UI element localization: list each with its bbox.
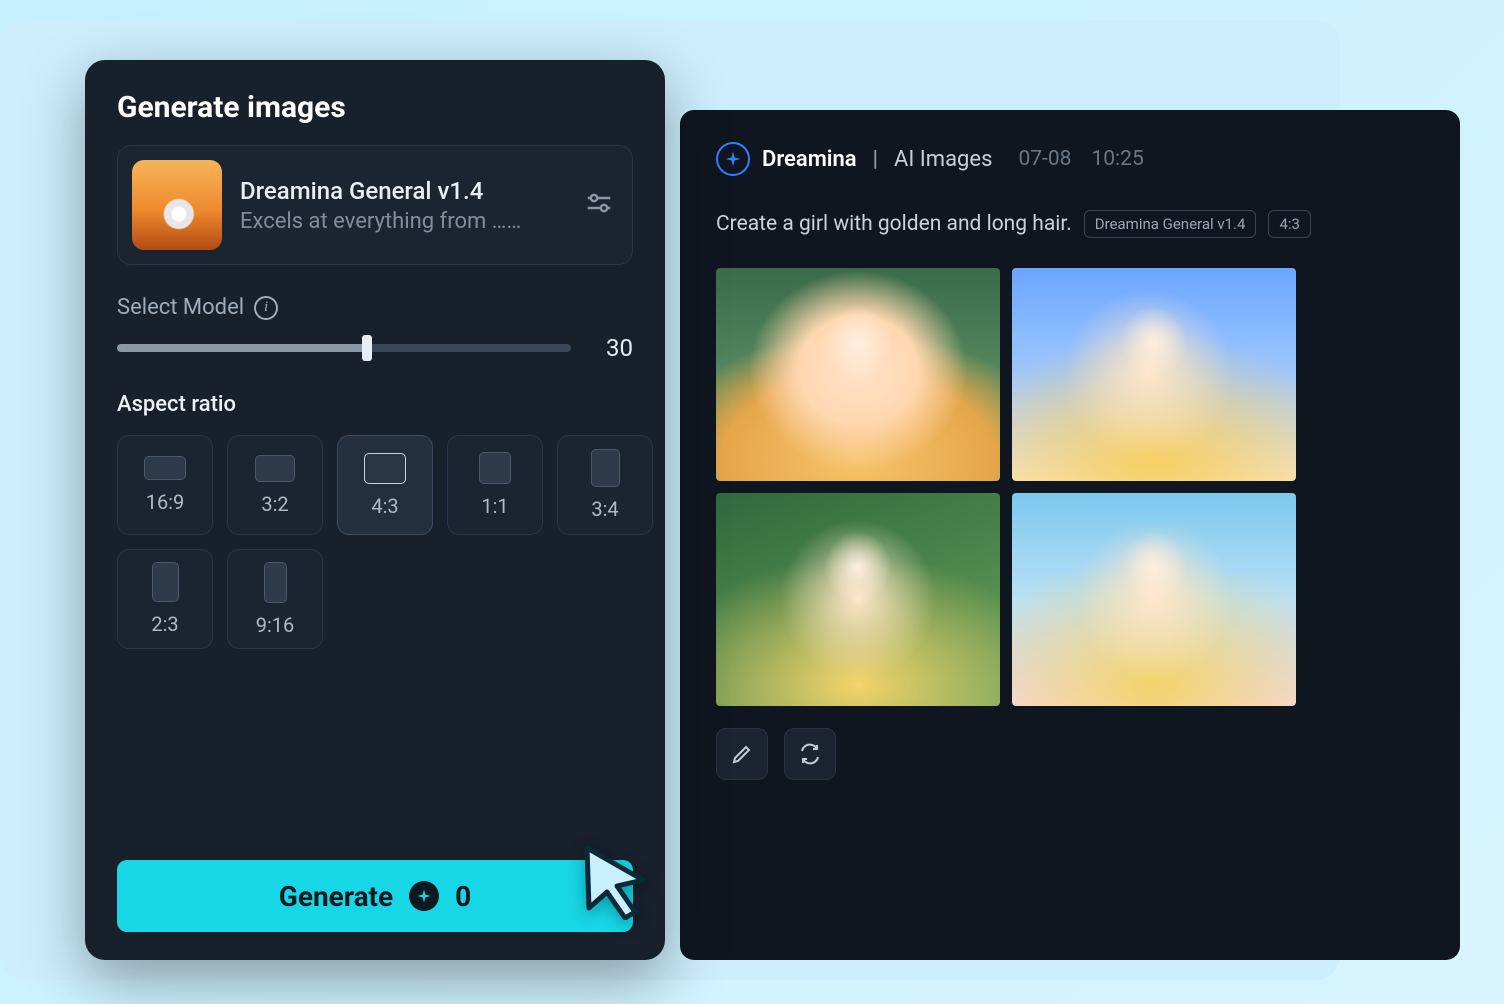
refresh-icon	[798, 742, 822, 766]
results-panel: Dreamina | AI Images 07-08 10:25 Create …	[680, 110, 1460, 960]
slider-label-row: Select Model i	[117, 295, 633, 320]
result-time: 10:25	[1091, 147, 1143, 171]
ratio-shape-icon	[479, 452, 511, 484]
result-grid	[716, 268, 1296, 706]
cursor-icon	[575, 840, 655, 920]
ratio-1-1[interactable]: 1:1	[447, 435, 543, 535]
sparkle-icon	[409, 881, 439, 911]
stage: Dreamina | AI Images 07-08 10:25 Create …	[0, 20, 1340, 980]
ratio-label: 2:3	[151, 612, 178, 636]
ratio-shape-icon	[255, 455, 295, 482]
separator: |	[873, 147, 878, 172]
ratio-4-3[interactable]: 4:3	[337, 435, 433, 535]
ratio-9-16[interactable]: 9:16	[227, 549, 323, 649]
result-image[interactable]	[1012, 268, 1296, 481]
slider-handle[interactable]	[362, 335, 372, 361]
result-image[interactable]	[716, 493, 1000, 706]
edit-button[interactable]	[716, 728, 768, 780]
ratio-chip: 4:3	[1268, 210, 1311, 238]
slider-row: 30	[117, 334, 633, 362]
info-icon[interactable]: i	[254, 296, 278, 320]
generate-label: Generate	[279, 880, 393, 913]
ratio-shape-icon	[152, 562, 179, 602]
ratio-label: 1:1	[481, 494, 508, 518]
sliders-icon[interactable]	[584, 188, 614, 222]
generate-sidebar: Generate images Dreamina General v1.4 Ex…	[85, 60, 665, 960]
sidebar-title: Generate images	[117, 90, 633, 125]
slider-value: 30	[593, 334, 633, 362]
regenerate-button[interactable]	[784, 728, 836, 780]
ratio-label: 9:16	[256, 613, 295, 637]
ratio-3-4[interactable]: 3:4	[557, 435, 653, 535]
section-name: AI Images	[894, 147, 992, 172]
ratio-shape-icon	[364, 453, 406, 484]
sparkle-icon	[716, 142, 750, 176]
prompt-row: Create a girl with golden and long hair.…	[716, 210, 1424, 238]
ratio-shape-icon	[591, 449, 620, 487]
model-thumbnail	[132, 160, 222, 250]
ratio-label: 16:9	[146, 490, 185, 514]
model-card[interactable]: Dreamina General v1.4 Excels at everythi…	[117, 145, 633, 265]
ratio-16-9[interactable]: 16:9	[117, 435, 213, 535]
ratio-3-2[interactable]: 3:2	[227, 435, 323, 535]
model-slider[interactable]	[117, 344, 571, 352]
model-chip: Dreamina General v1.4	[1084, 210, 1257, 238]
pencil-icon	[730, 742, 754, 766]
result-image[interactable]	[716, 268, 1000, 481]
ratio-2-3[interactable]: 2:3	[117, 549, 213, 649]
results-header: Dreamina | AI Images 07-08 10:25	[716, 142, 1424, 176]
ratio-label: 3:4	[591, 497, 618, 521]
ratio-shape-icon	[144, 456, 186, 480]
generate-credits: 0	[455, 880, 471, 913]
generate-button[interactable]: Generate 0	[117, 860, 633, 932]
model-text: Dreamina General v1.4 Excels at everythi…	[240, 177, 566, 234]
model-description: Excels at everything from ……	[240, 209, 566, 234]
aspect-ratio-grid: 16:9 3:2 4:3 1:1 3:4 2:3	[117, 435, 633, 649]
slider-label: Select Model	[117, 295, 244, 320]
ratio-label: 3:2	[261, 492, 288, 516]
ratio-shape-icon	[264, 562, 287, 603]
result-actions	[716, 728, 1424, 780]
result-image[interactable]	[1012, 493, 1296, 706]
model-name: Dreamina General v1.4	[240, 177, 566, 205]
slider-fill	[117, 344, 367, 352]
prompt-text: Create a girl with golden and long hair.	[716, 212, 1072, 236]
aspect-ratio-label: Aspect ratio	[117, 392, 633, 417]
ratio-label: 4:3	[371, 494, 398, 518]
result-date: 07-08	[1018, 147, 1071, 171]
brand-name: Dreamina	[762, 147, 857, 172]
